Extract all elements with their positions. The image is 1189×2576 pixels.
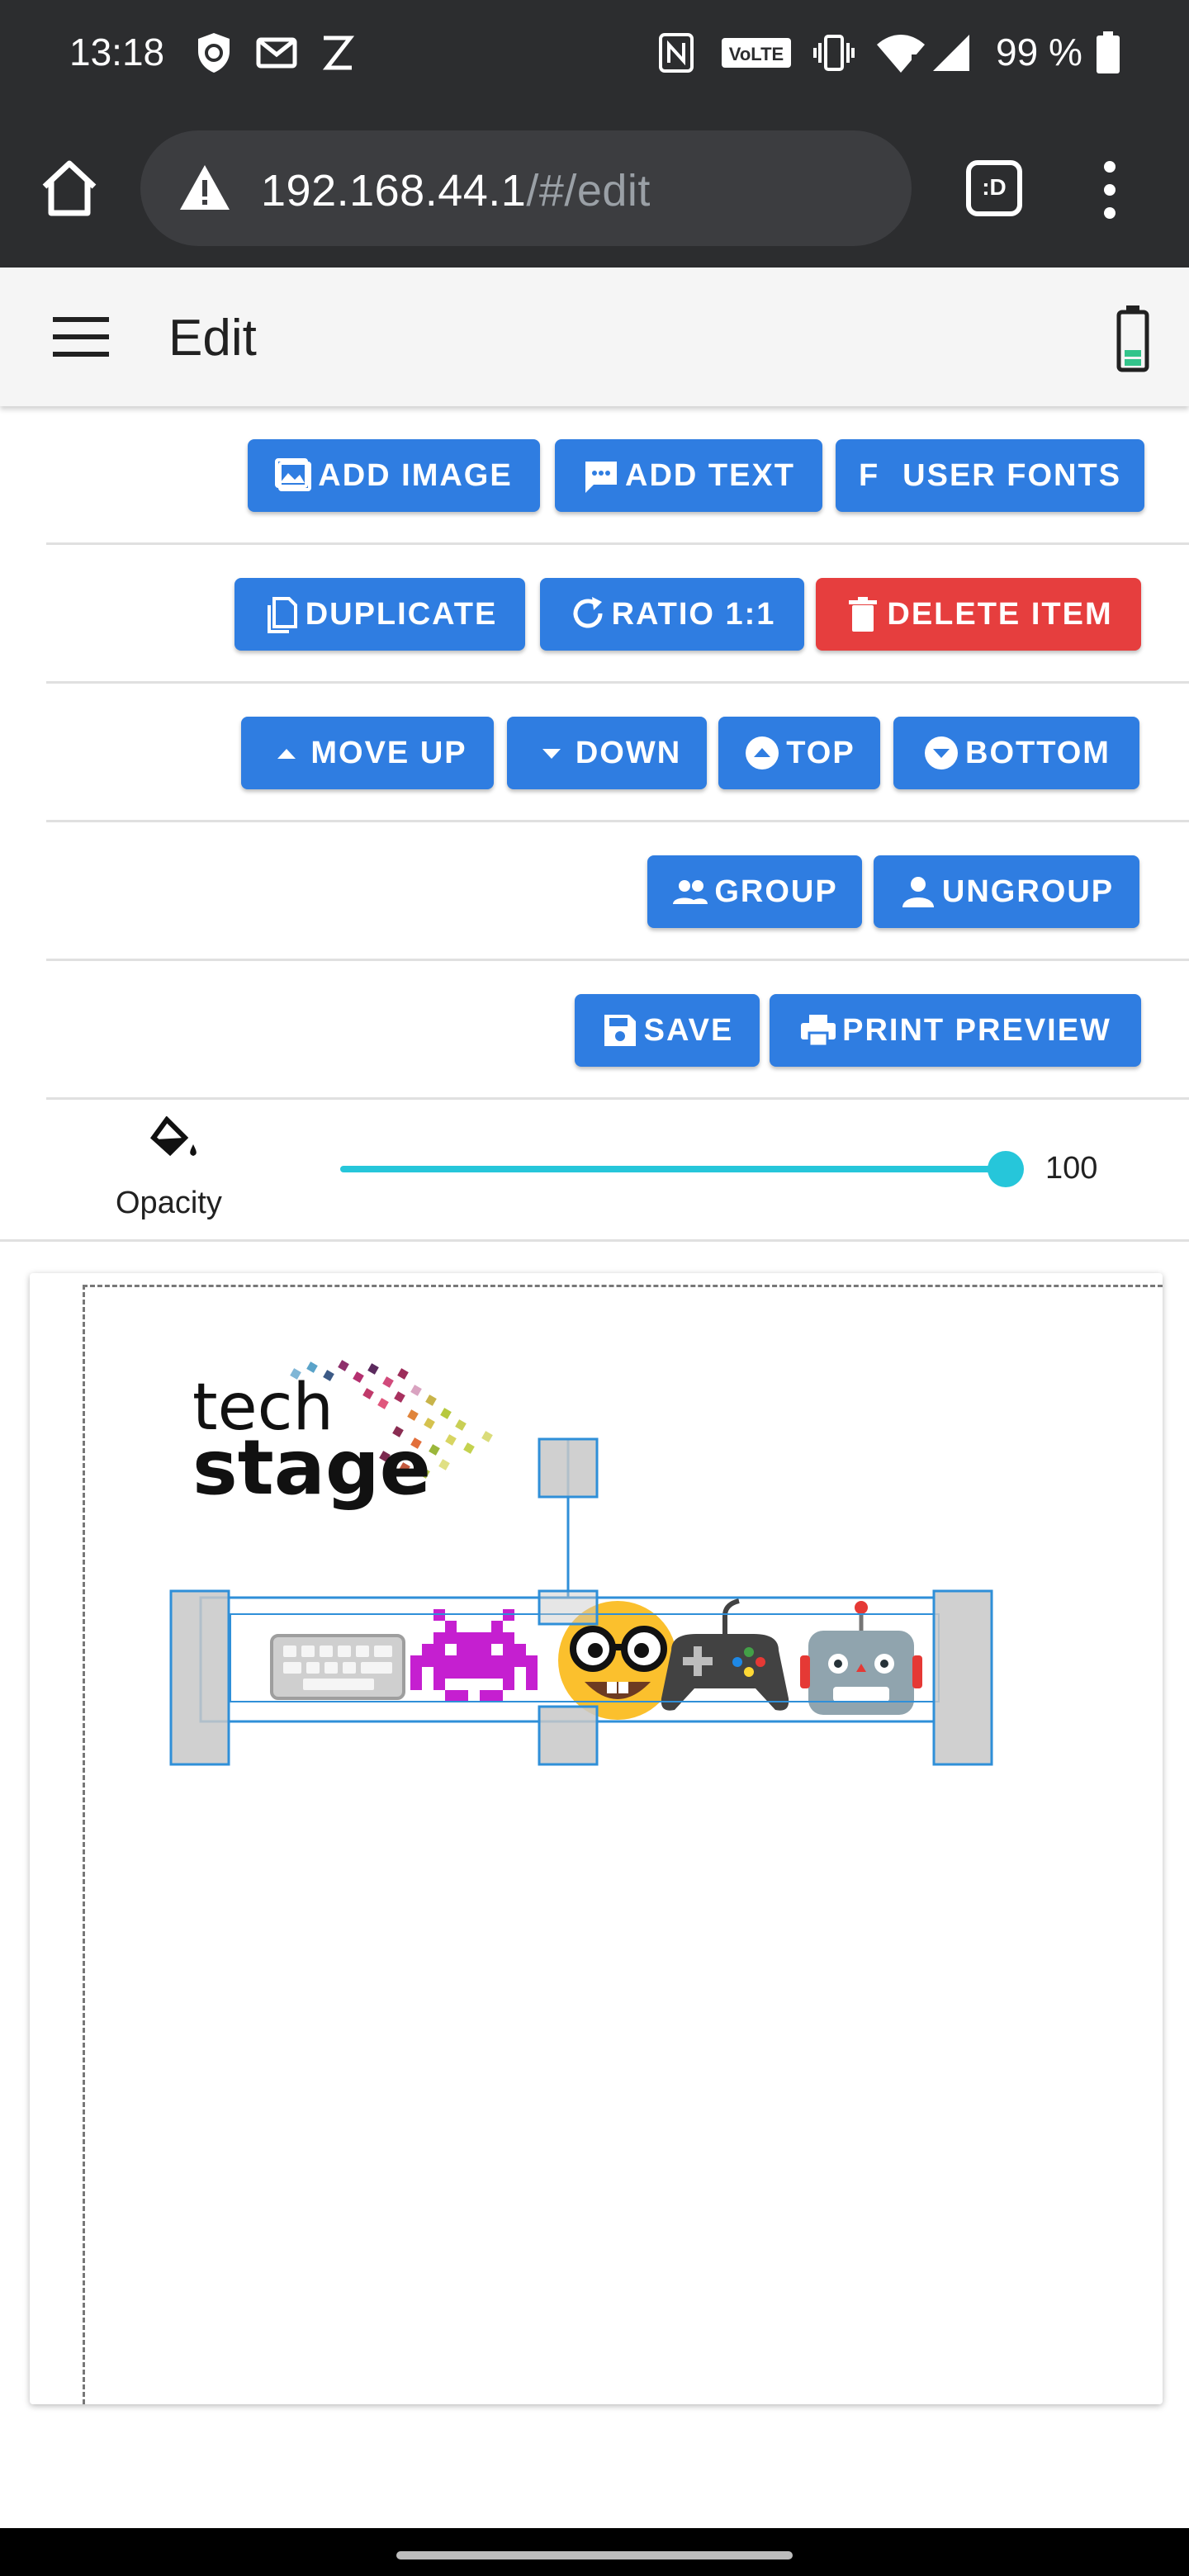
status-bar: 13:18 VoLTE 99 % — [0, 0, 1189, 107]
opacity-control: Opacity 100 — [0, 1100, 1189, 1242]
group-button[interactable]: GROUP — [647, 855, 862, 928]
toolbar-row-group: GROUP UNGROUP — [46, 822, 1189, 961]
people-icon — [673, 880, 708, 904]
right-resize-handle[interactable] — [932, 1589, 993, 1766]
top-resize-handle[interactable] — [538, 1589, 599, 1626]
toolbar-row-edit: DUPLICATE RATIO 1:1 DELETE ITEM — [46, 545, 1189, 684]
opacity-slider-track[interactable] — [340, 1166, 1007, 1172]
warning-icon[interactable] — [178, 163, 231, 211]
group-label: GROUP — [714, 874, 838, 909]
copy-icon — [267, 597, 297, 633]
toolbar-row-order: MOVE UP DOWN TOP BOTTOM — [46, 684, 1189, 822]
paint-bucket-icon — [149, 1116, 197, 1157]
move-bottom-button[interactable]: BOTTOM — [893, 717, 1139, 789]
top-label: TOP — [786, 735, 855, 770]
print-preview-label: PRINT PREVIEW — [842, 1012, 1111, 1048]
font-f-icon: F — [858, 457, 880, 493]
move-top-button[interactable]: TOP — [718, 717, 880, 789]
add-text-label: ADD TEXT — [625, 457, 795, 493]
add-image-button[interactable]: ADD IMAGE — [248, 439, 540, 512]
menu-icon[interactable] — [53, 315, 109, 358]
app-bar: Edit — [0, 268, 1189, 406]
print-preview-button[interactable]: PRINT PREVIEW — [770, 994, 1141, 1067]
gmail-icon — [256, 37, 297, 69]
image-icon — [275, 458, 312, 491]
browser-toolbar: 192.168.44.1/#/edit :D — [0, 107, 1189, 268]
opacity-slider-thumb[interactable] — [988, 1151, 1024, 1187]
signal-icon — [933, 35, 969, 71]
duplicate-label: DUPLICATE — [305, 596, 498, 632]
url-path: /#/edit — [526, 166, 651, 215]
rotate-handle[interactable] — [538, 1437, 599, 1499]
url-host: 192.168.44.1 — [261, 166, 527, 215]
toolbar-row-insert: ADD IMAGE ADD TEXT F USER FONTS — [46, 406, 1189, 545]
left-resize-handle[interactable] — [169, 1589, 230, 1766]
printable-area: tech stage — [83, 1285, 1163, 2404]
move-up-button[interactable]: MOVE UP — [241, 717, 494, 789]
person-icon — [902, 877, 934, 907]
selection-transformer — [169, 1437, 993, 1766]
z-app-icon — [322, 36, 355, 70]
page-title: Edit — [168, 310, 257, 367]
user-fonts-label: USER FONTS — [902, 457, 1122, 493]
system-navigation-bar — [0, 2528, 1189, 2576]
circle-arrow-down-icon — [925, 736, 959, 769]
tab-switcher-button[interactable]: :D — [966, 160, 1022, 216]
printer-icon — [801, 1015, 836, 1048]
bottom-resize-handle[interactable] — [538, 1705, 599, 1766]
address-bar[interactable]: 192.168.44.1/#/edit — [140, 130, 912, 246]
comment-icon — [585, 462, 617, 493]
gesture-handle[interactable] — [396, 2551, 793, 2559]
delete-item-button[interactable]: DELETE ITEM — [816, 578, 1141, 651]
opacity-value: 100 — [1045, 1151, 1098, 1186]
shield-icon — [198, 33, 230, 73]
delete-item-label: DELETE ITEM — [887, 596, 1113, 632]
refresh-icon — [573, 597, 603, 628]
status-time: 13:18 — [69, 31, 165, 73]
vibrate-icon — [813, 35, 855, 71]
volte-icon: VoLTE — [722, 38, 791, 68]
nfc-icon — [659, 33, 694, 73]
save-label: SAVE — [643, 1012, 734, 1048]
home-icon[interactable] — [36, 155, 102, 221]
circle-arrow-up-icon — [746, 736, 779, 769]
wifi-icon — [877, 35, 925, 73]
ungroup-label: UNGROUP — [941, 874, 1115, 909]
more-vert-icon[interactable] — [1093, 157, 1126, 223]
duplicate-button[interactable]: DUPLICATE — [234, 578, 525, 651]
trash-icon — [849, 597, 878, 632]
opacity-label: Opacity — [116, 1186, 222, 1220]
add-text-button[interactable]: ADD TEXT — [555, 439, 822, 512]
url-text[interactable]: 192.168.44.1/#/edit — [261, 165, 651, 216]
add-image-label: ADD IMAGE — [318, 457, 513, 493]
move-down-button[interactable]: DOWN — [507, 717, 707, 789]
user-fonts-button[interactable]: F USER FONTS — [836, 439, 1144, 512]
printer-battery-icon — [1116, 305, 1149, 372]
floppy-disk-icon — [604, 1015, 636, 1046]
battery-percent: 99 % — [996, 31, 1082, 73]
ungroup-button[interactable]: UNGROUP — [874, 855, 1139, 928]
toolbar-row-output: SAVE PRINT PREVIEW — [46, 961, 1189, 1100]
caret-up-icon — [277, 749, 296, 759]
down-label: DOWN — [575, 735, 682, 770]
svg-text:VoLTE: VoLTE — [729, 44, 784, 64]
bottom-label: BOTTOM — [965, 735, 1111, 770]
ratio-label: RATIO 1:1 — [611, 596, 776, 632]
ratio-button[interactable]: RATIO 1:1 — [540, 578, 804, 651]
save-button[interactable]: SAVE — [575, 994, 760, 1067]
caret-down-icon — [542, 749, 561, 759]
battery-icon — [1097, 31, 1120, 73]
move-up-label: MOVE UP — [310, 735, 467, 770]
label-canvas[interactable]: tech stage — [30, 1273, 1163, 2404]
